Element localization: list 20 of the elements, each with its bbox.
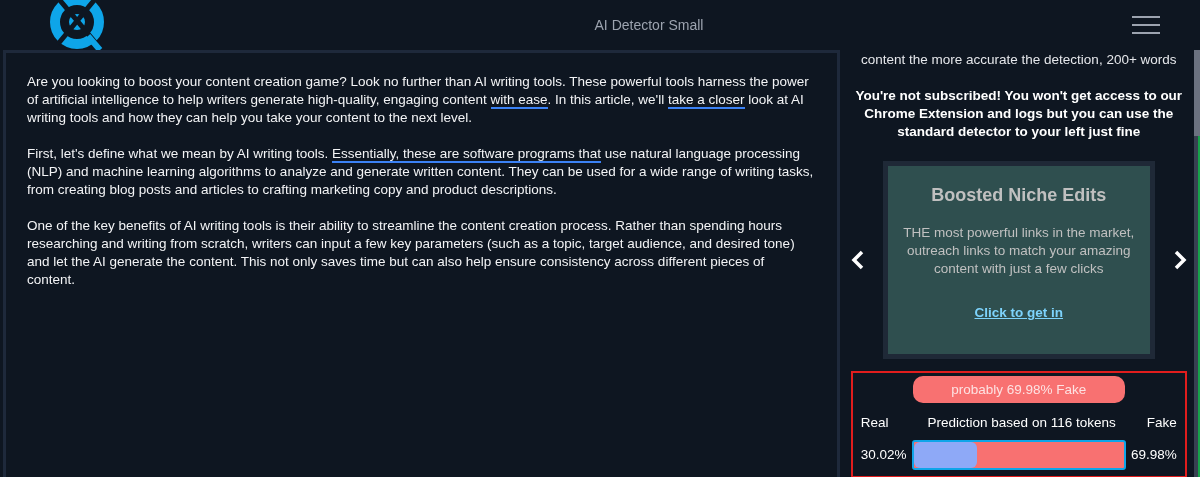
ad-title: Boosted Niche Edits (931, 186, 1107, 204)
text-editor[interactable] (3, 50, 840, 477)
ad-link[interactable]: Click to get in (974, 304, 1063, 322)
ad-text: THE most powerful links in the market, outreach links to match your amazing content with just a few clicks (902, 224, 1136, 278)
verdict-badge: probably 69.98% Fake (912, 376, 1125, 403)
hint-text: content the more accurate the detection, 200+ words (861, 51, 1177, 69)
paragraph: First, let's define what we mean by AI writing tools. Essentially, these are software programs that use natural language processing (NLP) and machine learning algorithms to analyze and generate written content. They can be used for a wide range of writing tasks, from creating blog posts and articles to crafting marketing copy and product descriptions. (27, 145, 815, 199)
chevron-left-icon[interactable] (850, 250, 865, 270)
fake-value: 69.98% (1130, 446, 1177, 464)
prediction-caption: Prediction based on 116 tokens (927, 414, 1116, 432)
menu-icon[interactable] (1132, 16, 1160, 34)
fake-label: Fake (1146, 414, 1177, 432)
paragraph: Are you looking to boost your content creation game? Look no further than AI writing tools. These powerful tools harness the power of artificial intelligence to help writers generate high-quality, engaging content with ease. In this article, we'll take a closer look at AI writing tools and how they can help you take your content to the next level. (27, 73, 810, 127)
subscription-notice: You're not subscribed! You won't get access to our Chrome Extension and logs but you can use the standard detector to your left just fine (854, 87, 1184, 141)
logo-icon[interactable] (50, 0, 106, 50)
real-label: Real (860, 414, 889, 432)
page-title: AI Detector Small (594, 15, 704, 35)
chevron-right-icon[interactable] (1173, 250, 1187, 270)
paragraph: One of the key benefits of AI writing tools is their ability to streamline the content creation process. Rather than spending hours researching and writing from scratch, writers can input a few key parameters (such as a topic, target audience, and desired tone) and let the AI generate the content. This not only saves time but can also help ensure consistency across different pieces of content. (27, 217, 796, 289)
real-value: 30.02% (860, 446, 907, 464)
